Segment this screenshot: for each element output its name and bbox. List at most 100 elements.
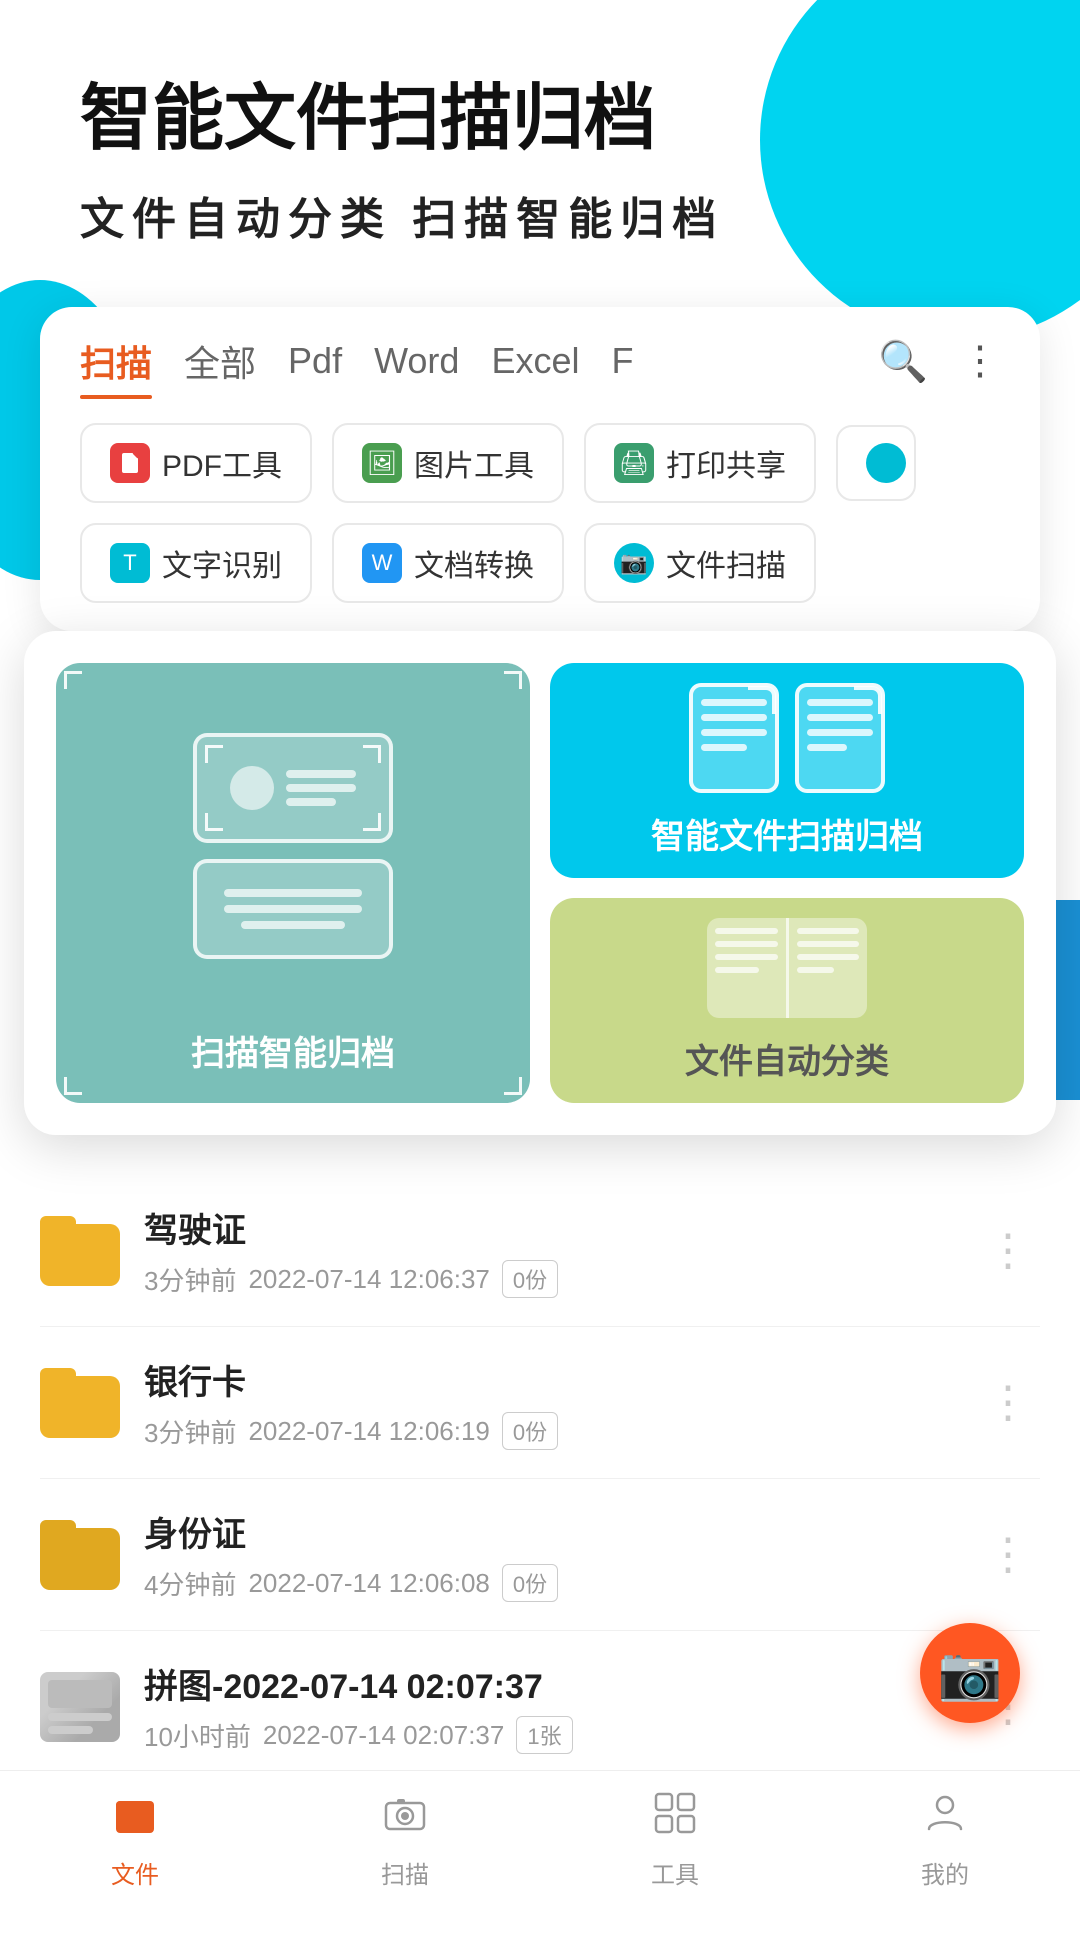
nav-item-scan[interactable]: 扫描 [270,1791,540,1890]
doc-card-icon [193,859,393,959]
corner-tl-2 [64,671,82,689]
thumb-line-1 [48,1713,112,1721]
nav-label-files: 文件 [111,1855,159,1890]
file-date-4: 2022-07-14 02:07:37 [263,1720,504,1751]
more-icon[interactable]: ⋮ [960,338,1000,396]
bline-5 [797,928,860,934]
ocr-icon: T [110,543,150,583]
corner-bl-2 [64,1077,82,1095]
doc-line-2 [286,784,356,792]
convert-tool-label: 文档转换 [414,541,534,585]
hero-section: 智能文件扫描归档 文件自动分类 扫描智能归档 [0,0,1080,287]
file-info-4: 拼图-2022-07-14 02:07:37 10小时前 2022-07-14 … [144,1659,952,1754]
file-name-1: 驾驶证 [144,1203,952,1252]
file-menu-2[interactable]: ⋮ [976,1367,1040,1438]
print-icon: 🖨 [614,443,654,483]
doc-line-1 [286,770,356,778]
book-icon [707,918,867,1018]
doc-line-e [807,699,873,706]
search-icon[interactable]: 🔍 [878,338,928,397]
feature-popup: 扫描智能归档 智能文件扫描归档 [24,631,1056,1135]
ocr-tool-button[interactable]: T 文字识别 [80,523,312,603]
corner-tr-2 [504,671,522,689]
nav-person-icon [923,1791,967,1847]
file-meta-1: 3分钟前 2022-07-14 12:06:37 0份 [144,1260,952,1298]
bline-2 [715,941,778,947]
tab-f[interactable]: F [611,340,633,394]
print-tool-label: 打印共享 [666,441,786,485]
file-doc-1 [689,683,779,793]
file-info-3: 身份证 4分钟前 2022-07-14 12:06:08 0份 [144,1507,952,1602]
tab-excel[interactable]: Excel [491,340,579,394]
feature-card-scan-archive[interactable]: 扫描智能归档 [56,663,530,1103]
nav-item-files[interactable]: 文件 [0,1791,270,1890]
file-menu-1[interactable]: ⋮ [976,1215,1040,1286]
corner-tr [363,745,381,763]
file-time-1: 3分钟前 [144,1261,236,1298]
tab-scan[interactable]: 扫描 [80,335,152,399]
book-page-right [786,918,868,1018]
file-info-1: 驾驶证 3分钟前 2022-07-14 12:06:37 0份 [144,1203,952,1298]
image-tool-button[interactable]: 🖼 图片工具 [332,423,564,503]
feature-card-file-scan[interactable]: 智能文件扫描归档 [550,663,1024,878]
file-name-3: 身份证 [144,1507,952,1556]
file-info-2: 银行卡 3分钟前 2022-07-14 12:06:19 0份 [144,1355,952,1450]
right-column: 智能文件扫描归档 [550,663,1024,1103]
auto-classify-label: 文件自动分类 [685,1034,889,1083]
scan-archive-label: 扫描智能归档 [191,1026,395,1075]
folder-icon-3 [40,1520,120,1590]
folder-icon-2 [40,1368,120,1438]
id-card-icon [193,733,393,843]
file-badge-4: 1张 [516,1716,572,1754]
file-date-3: 2022-07-14 12:06:08 [248,1568,489,1599]
doc-line-a [701,699,767,706]
filescan-icon: 📷 [614,543,654,583]
convert-icon: W [362,543,402,583]
extra-tool-button[interactable] [836,425,916,501]
nav-item-tools[interactable]: 工具 [540,1791,810,1890]
thumb-line-2 [48,1726,93,1734]
scan-icons [193,691,393,1000]
bline-4 [715,967,759,973]
nav-item-profile[interactable]: 我的 [810,1791,1080,1890]
corner-tl [205,745,223,763]
bline-6 [797,941,860,947]
file-item-yinhangka: 银行卡 3分钟前 2022-07-14 12:06:19 0份 ⋮ [40,1327,1040,1479]
print-tool-button[interactable]: 🖨 打印共享 [584,423,816,503]
fab-camera-button[interactable]: 📷 [920,1623,1020,1723]
scan-line-1 [224,889,362,897]
file-scan-label: 智能文件扫描归档 [651,809,923,858]
feature-card-auto-classify[interactable]: 文件自动分类 [550,898,1024,1103]
tab-word[interactable]: Word [374,340,459,394]
nav-folder-icon [113,1791,157,1847]
thumb-img [48,1680,112,1709]
file-item-shenfenzheng: 身份证 4分钟前 2022-07-14 12:06:08 0份 ⋮ [40,1479,1040,1631]
nav-label-profile: 我的 [921,1855,969,1890]
pdf-tool-button[interactable]: PDF工具 [80,423,312,503]
file-time-2: 3分钟前 [144,1413,236,1450]
file-doc-2 [795,683,885,793]
corner-bl [205,813,223,831]
image-tool-label: 图片工具 [414,441,534,485]
thumb-content [40,1672,120,1742]
file-name-2: 银行卡 [144,1355,952,1404]
person-placeholder [230,766,274,810]
file-menu-3[interactable]: ⋮ [976,1519,1040,1590]
bline-8 [797,967,835,973]
app-card: 扫描 全部 Pdf Word Excel F 🔍 ⋮ PDF工具 🖼 图片工具 … [40,307,1040,631]
tab-bar: 扫描 全部 Pdf Word Excel F 🔍 ⋮ [40,307,1040,399]
nav-tools-icon [653,1791,697,1847]
bline-7 [797,954,860,960]
hero-subtitle: 文件自动分类 扫描智能归档 [80,183,1020,247]
extra-icon [866,443,906,483]
file-meta-3: 4分钟前 2022-07-14 12:06:08 0份 [144,1564,952,1602]
file-time-3: 4分钟前 [144,1565,236,1602]
tab-pdf[interactable]: Pdf [288,340,342,394]
tool-row-2: T 文字识别 W 文档转换 📷 文件扫描 [40,503,1040,631]
file-badge-3: 0份 [502,1564,558,1602]
file-scan-icons [689,683,885,793]
tab-all[interactable]: 全部 [184,335,256,399]
convert-tool-button[interactable]: W 文档转换 [332,523,564,603]
filescan-tool-button[interactable]: 📷 文件扫描 [584,523,816,603]
folder-body-1 [40,1224,120,1286]
